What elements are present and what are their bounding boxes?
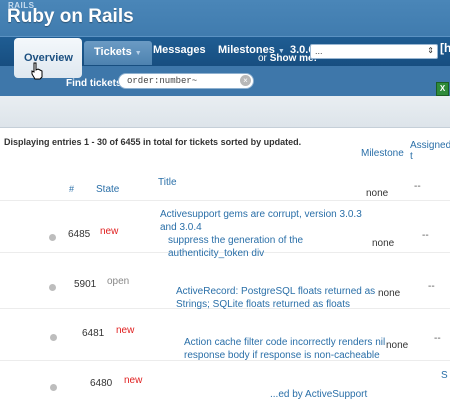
project-title[interactable]: Ruby on Rails: [7, 6, 134, 28]
column-header-number[interactable]: #: [69, 184, 74, 194]
column-header-title[interactable]: Title: [158, 177, 177, 188]
ticket-title-link[interactable]: Action cache filter code incorrectly ren…: [184, 336, 389, 362]
ticket-search-input[interactable]: order:number~: [118, 73, 254, 89]
ticket-milestone: none: [386, 340, 409, 351]
or-label: or: [258, 53, 267, 64]
ticket-number[interactable]: 5901: [74, 279, 96, 290]
ticket-state: new: [116, 325, 135, 336]
chevron-down-icon: ▼: [134, 50, 142, 57]
select-arrows-icon: ⇕: [427, 46, 434, 55]
ticket-state: new: [100, 226, 119, 237]
toolbar-strip: [0, 96, 450, 128]
ticket-milestone: none: [378, 288, 401, 299]
tab-tickets-label: Tickets: [94, 46, 132, 58]
column-header-state[interactable]: State: [96, 184, 119, 195]
tab-messages[interactable]: Messages: [153, 44, 206, 56]
find-tickets-label: Find tickets:: [66, 78, 125, 89]
ticket-number[interactable]: 6481: [82, 328, 104, 339]
tab-messages-label: Messages: [153, 44, 206, 56]
ticket-number[interactable]: 6485: [68, 229, 90, 240]
ticket-state: new: [124, 375, 143, 386]
ticket-assignee: --: [422, 230, 429, 241]
show-me-value: ...: [315, 46, 323, 56]
row-status-dot: [49, 234, 56, 241]
edge-column-text: S: [441, 370, 448, 381]
hand-pointer-icon: [31, 62, 43, 80]
row-divider: [0, 200, 450, 201]
ticket-milestone: none: [366, 188, 389, 199]
clear-search-icon[interactable]: ×: [240, 75, 251, 86]
row-status-dot: [50, 334, 57, 341]
row-status-dot: [50, 384, 57, 391]
ticket-title-link[interactable]: suppress the generation of the authentic…: [168, 234, 368, 260]
row-status-dot: [49, 284, 56, 291]
show-me-select[interactable]: ... ⇕: [310, 44, 438, 59]
nav-overflow-text: [h: [440, 41, 450, 55]
tab-tickets[interactable]: Tickets ▼: [84, 41, 152, 65]
ticket-assignee: --: [434, 333, 441, 344]
ticket-title-link[interactable]: Activesupport gems are corrupt, version …: [160, 208, 370, 234]
results-summary: Displaying entries 1 - 30 of 6455 in tot…: [4, 137, 302, 147]
ticket-title-link[interactable]: ActiveRecord: PostgreSQL floats returned…: [176, 285, 376, 311]
excel-export-icon[interactable]: X: [436, 82, 449, 96]
ticket-title-link[interactable]: ...ed by ActiveSupport: [270, 388, 430, 400]
column-header-assigned[interactable]: Assigned t: [410, 140, 450, 162]
show-me-label: or Show me:: [258, 53, 317, 64]
ticket-assignee: --: [414, 181, 421, 192]
tab-overview[interactable]: Overview: [14, 38, 82, 78]
ticket-milestone: none: [372, 238, 395, 249]
ticket-number[interactable]: 6480: [90, 378, 112, 389]
ticket-assignee: --: [428, 281, 435, 292]
column-header-milestone[interactable]: Milestone: [361, 148, 404, 159]
ticket-state: open: [107, 276, 130, 287]
